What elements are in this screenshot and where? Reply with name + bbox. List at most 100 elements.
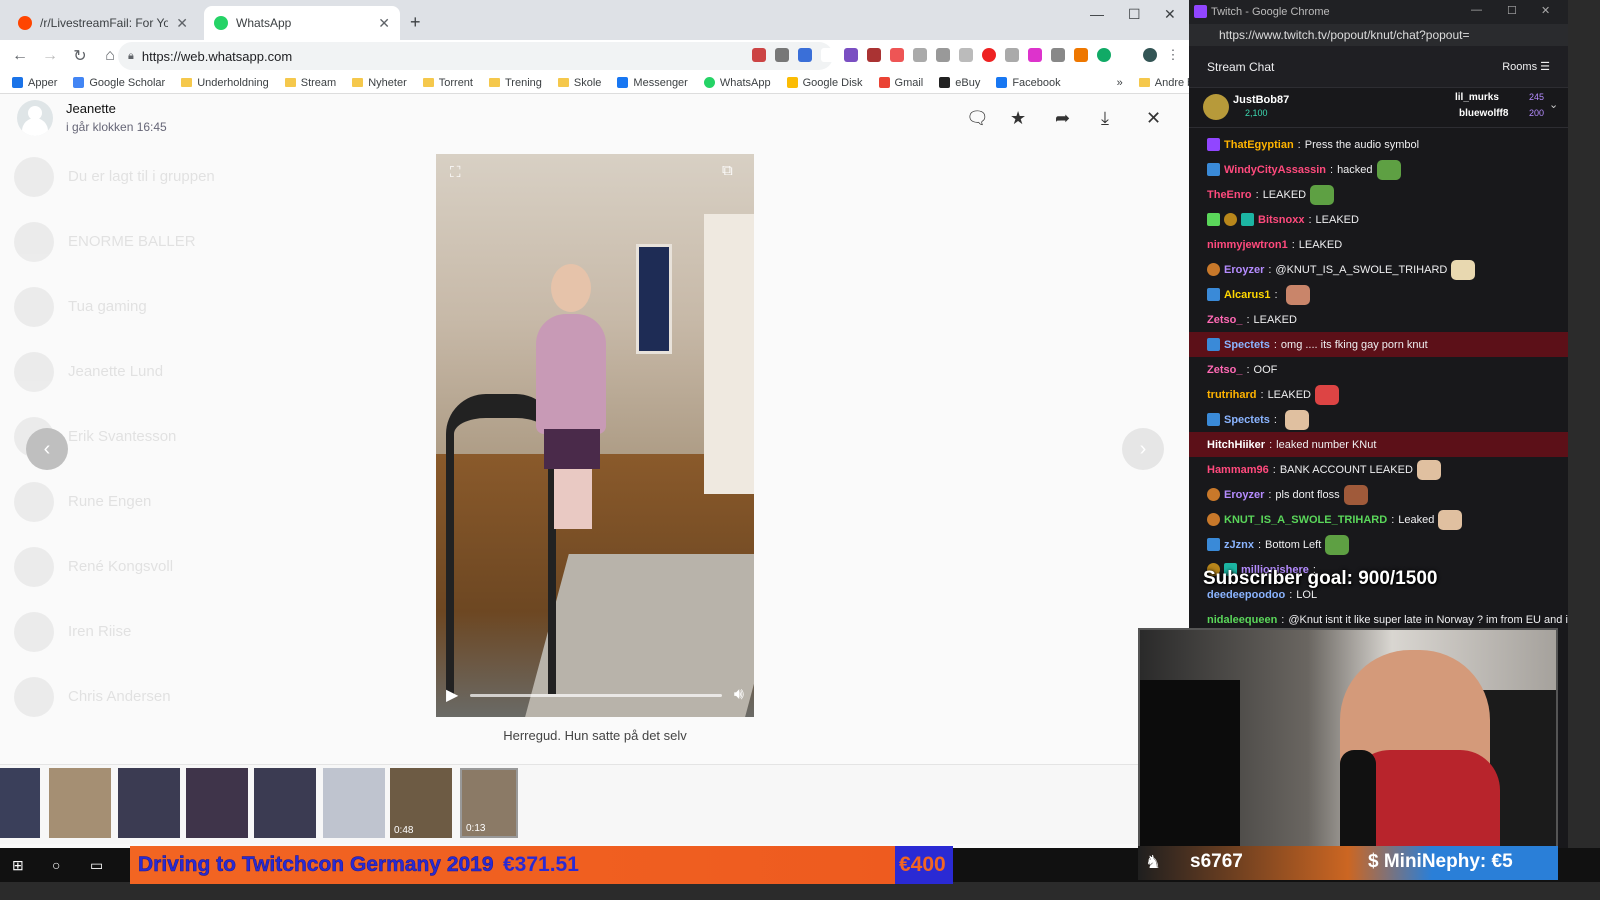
bookmark-trening[interactable]: Trening <box>489 77 542 89</box>
emote-icon <box>1284 409 1309 430</box>
chat-messages: ThatEgyptian: Press the audio symbol Win… <box>1189 128 1568 632</box>
other-bookmarks[interactable]: Andre bokmerker <box>1138 77 1189 89</box>
next-media-button[interactable]: › <box>1122 428 1164 470</box>
close-tab-icon[interactable]: ✕ <box>176 15 188 32</box>
media-thumbnail[interactable]: 0:48 <box>390 768 452 838</box>
maximize-button[interactable]: ☐ <box>1128 6 1141 23</box>
extension-icon[interactable] <box>959 48 973 62</box>
bookmark-stream[interactable]: Stream <box>284 77 336 89</box>
opera-ext-icon[interactable] <box>982 48 996 62</box>
forward-icon[interactable]: ➦ <box>1055 108 1070 129</box>
minimize-button[interactable]: — <box>1090 6 1104 22</box>
media-thumbnail[interactable] <box>118 768 180 838</box>
extension-icon[interactable] <box>1005 48 1019 62</box>
tab-reddit[interactable]: /r/LivestreamFail: For Your Win o ✕ <box>8 6 198 40</box>
new-tab-button[interactable]: + <box>410 12 421 33</box>
donation-goal-amount: €371.51 <box>503 853 579 876</box>
bookmark-google-disk[interactable]: Google Disk <box>786 77 863 89</box>
forward-icon[interactable]: → <box>42 47 58 65</box>
latest-donation: $ MiniNephy: €5 <box>1368 851 1513 872</box>
zoom-icon[interactable] <box>775 48 789 62</box>
message-icon[interactable]: 🗨︎ <box>966 108 989 129</box>
extension-icon[interactable] <box>913 48 927 62</box>
extension-icon[interactable] <box>936 48 950 62</box>
media-thumbnail[interactable] <box>186 768 248 838</box>
bookmark-whatsapp[interactable]: WhatsApp <box>703 77 771 89</box>
bookmark-messenger[interactable]: Messenger <box>617 77 688 89</box>
home-icon[interactable]: ⌂ <box>102 47 118 65</box>
popout-icon[interactable]: ⧉ <box>722 162 733 179</box>
seek-bar[interactable] <box>470 693 722 697</box>
play-icon[interactable]: ▶ <box>446 685 458 705</box>
volume-icon[interactable]: 🔊︎ <box>734 686 744 704</box>
extension-icon[interactable] <box>752 48 766 62</box>
reload-icon[interactable]: ↻ <box>72 46 88 66</box>
media-thumbnail[interactable] <box>49 768 111 838</box>
media-thumbnail[interactable] <box>323 768 385 838</box>
media-thumbnail[interactable] <box>0 768 40 838</box>
menu-icon[interactable]: ⋮ <box>1166 48 1180 62</box>
bookmark-nyheter[interactable]: Nyheter <box>352 77 407 89</box>
extension-icon[interactable] <box>1074 48 1088 62</box>
back-icon[interactable]: ← <box>12 47 28 65</box>
bookmark-ebuy[interactable]: eBuy <box>939 77 980 89</box>
fullscreen-icon[interactable]: ⛶ <box>450 164 461 181</box>
top-gifters: JustBob87 2,100 lil_murks 245 bluewolff8… <box>1189 88 1568 128</box>
video-player[interactable]: ⛶ ⧉ ▶ 🔊︎ <box>436 154 754 717</box>
emote-icon <box>1451 259 1476 280</box>
message-time: i går klokken 16:45 <box>66 120 167 134</box>
bookmark-gmail[interactable]: Gmail <box>878 77 923 89</box>
task-view-icon[interactable]: ▭ <box>90 857 103 874</box>
chevron-down-icon[interactable]: ⌄ <box>1549 98 1558 111</box>
chat-header: Stream Chat Rooms ☰ <box>1189 46 1568 88</box>
list-item: Rune Engen <box>0 469 358 534</box>
donation-goal-target: €400 <box>899 853 946 876</box>
media-thumbnail-selected[interactable]: 0:13 <box>460 768 518 838</box>
chat-message: Zetso_: LEAKED <box>1207 313 1297 326</box>
star-icon[interactable]: ★ <box>1010 108 1026 129</box>
grammarly-icon[interactable] <box>1097 48 1111 62</box>
chat-message: Zetso_: OOF <box>1207 363 1278 376</box>
tab-whatsapp[interactable]: WhatsApp ✕ <box>204 6 400 40</box>
search-icon[interactable]: ○ <box>52 857 60 873</box>
whatsapp-icon <box>703 77 715 88</box>
bookmark-apper[interactable]: Apper <box>12 77 57 89</box>
whatsapp-browser-window: /r/LivestreamFail: For Your Win o ✕ What… <box>0 0 1189 858</box>
windows-start-icon[interactable]: ⊞ <box>12 857 24 874</box>
whatsapp-media-viewer: Du er lagt til i gruppen ENORME BALLER T… <box>0 94 1189 858</box>
emote-icon <box>1416 459 1441 480</box>
reddit-icon <box>18 16 32 30</box>
extension-icon[interactable] <box>890 48 904 62</box>
extension-icon[interactable] <box>1051 48 1065 62</box>
window-close-button[interactable]: ✕ <box>1541 4 1550 17</box>
twitch-ext-icon[interactable] <box>844 48 858 62</box>
bookmark-underholdning[interactable]: Underholdning <box>181 77 269 89</box>
folder-icon <box>284 78 296 87</box>
window-close-button[interactable]: ✕ <box>1164 6 1176 23</box>
rooms-button[interactable]: Rooms ☰ <box>1502 60 1550 73</box>
bookmarks-overflow-button[interactable]: » <box>1117 77 1123 89</box>
close-icon[interactable]: ✕ <box>1146 108 1161 129</box>
profile-avatar[interactable] <box>1143 48 1157 62</box>
folder-icon <box>422 78 434 87</box>
media-thumbnail[interactable] <box>254 768 316 838</box>
download-icon[interactable]: ⤓ <box>1101 108 1109 129</box>
previous-media-button[interactable]: ‹ <box>26 428 68 470</box>
video-duration: 0:13 <box>466 823 486 834</box>
url-text: https://www.twitch.tv/popout/knut/chat?p… <box>1219 28 1470 42</box>
address-bar[interactable]: https://www.twitch.tv/popout/knut/chat?p… <box>1189 24 1568 46</box>
bookmark-google-scholar[interactable]: Google Scholar <box>73 77 165 89</box>
bookmark-skole[interactable]: Skole <box>557 77 601 89</box>
chat-message: KNUT_IS_A_SWOLE_TRIHARD: Leaked <box>1189 507 1568 532</box>
list-item: Jeanette Lund <box>0 339 358 404</box>
minimize-button[interactable]: — <box>1471 4 1482 16</box>
pdf-ext-icon[interactable] <box>867 48 881 62</box>
bookmark-torrent[interactable]: Torrent <box>422 77 473 89</box>
extension-icon[interactable] <box>1028 48 1042 62</box>
bookmark-facebook[interactable]: Facebook <box>996 77 1061 89</box>
close-tab-icon[interactable]: ✕ <box>378 15 390 32</box>
bookmark-star-icon[interactable] <box>798 48 812 62</box>
maximize-button[interactable]: ☐ <box>1507 4 1517 17</box>
facebook-icon <box>996 77 1008 88</box>
address-bar[interactable]: 🔒︎ https://web.whatsapp.com <box>118 42 833 70</box>
